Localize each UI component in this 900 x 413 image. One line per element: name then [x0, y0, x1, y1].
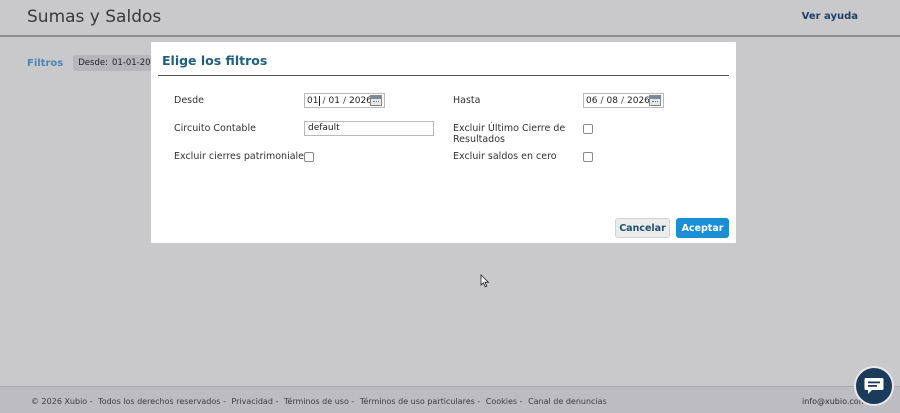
footer: © 2026 Xubio - Todos los derechos reserv…	[0, 386, 900, 413]
hasta-year[interactable]: 2026	[627, 96, 650, 106]
footer-link-denuncias[interactable]: Canal de denuncias	[528, 397, 607, 406]
footer-link-privacidad[interactable]: Privacidad -	[231, 397, 278, 406]
modal-title: Elige los filtros	[162, 53, 268, 68]
calendar-icon[interactable]	[649, 95, 661, 106]
desde-date-input[interactable]: 01/ 01/ 2026	[304, 93, 385, 108]
chat-button[interactable]	[854, 366, 894, 406]
circuito-contable-label: Circuito Contable	[174, 123, 256, 134]
hasta-day[interactable]: 06	[586, 96, 597, 106]
footer-copyright: © 2026 Xubio -	[31, 397, 93, 406]
footer-link-cookies[interactable]: Cookies -	[486, 397, 523, 406]
circuito-contable-input[interactable]: default	[304, 121, 434, 136]
footer-link-terminos-particulares[interactable]: Términos de uso particulares -	[360, 397, 480, 406]
footer-link-derechos[interactable]: Todos los derechos reservados -	[98, 397, 226, 406]
calendar-icon[interactable]	[370, 95, 382, 106]
desde-year[interactable]: 2026	[349, 96, 372, 106]
excluir-ultimo-cierre-label-line2: Resultados	[453, 134, 505, 145]
footer-links: © 2026 Xubio - Todos los derechos reserv…	[31, 397, 610, 406]
excluir-saldos-cero-label: Excluir saldos en cero	[453, 151, 557, 162]
footer-link-terminos[interactable]: Términos de uso -	[284, 397, 354, 406]
excluir-ultimo-cierre-label: Excluir Último Cierre de Resultados	[453, 123, 565, 145]
desde-day[interactable]: 01	[307, 96, 318, 106]
modal-divider	[158, 75, 729, 76]
cancel-button[interactable]: Cancelar	[615, 218, 670, 238]
desde-label: Desde	[174, 95, 204, 106]
hasta-date-input[interactable]: 06/ 08/ 2026	[583, 93, 664, 108]
excluir-ultimo-cierre-checkbox[interactable]	[583, 124, 593, 134]
hasta-month[interactable]: 08	[607, 96, 618, 106]
footer-email[interactable]: info@xubio.com	[802, 397, 867, 406]
chat-icon	[864, 378, 884, 394]
excluir-patrimoniales-label: Excluir cierres patrimoniales	[174, 151, 309, 162]
mouse-cursor-icon	[480, 274, 490, 288]
desde-month[interactable]: 01	[329, 96, 340, 106]
accept-button[interactable]: Aceptar	[676, 218, 729, 238]
excluir-ultimo-cierre-label-line1: Excluir Último Cierre de	[453, 123, 566, 134]
text-caret	[319, 95, 321, 106]
excluir-saldos-cero-checkbox[interactable]	[583, 152, 593, 162]
hasta-label: Hasta	[453, 95, 481, 106]
filters-modal: Elige los filtros Desde 01/ 01/ 2026 Has…	[151, 42, 736, 243]
excluir-patrimoniales-checkbox[interactable]	[304, 152, 314, 162]
